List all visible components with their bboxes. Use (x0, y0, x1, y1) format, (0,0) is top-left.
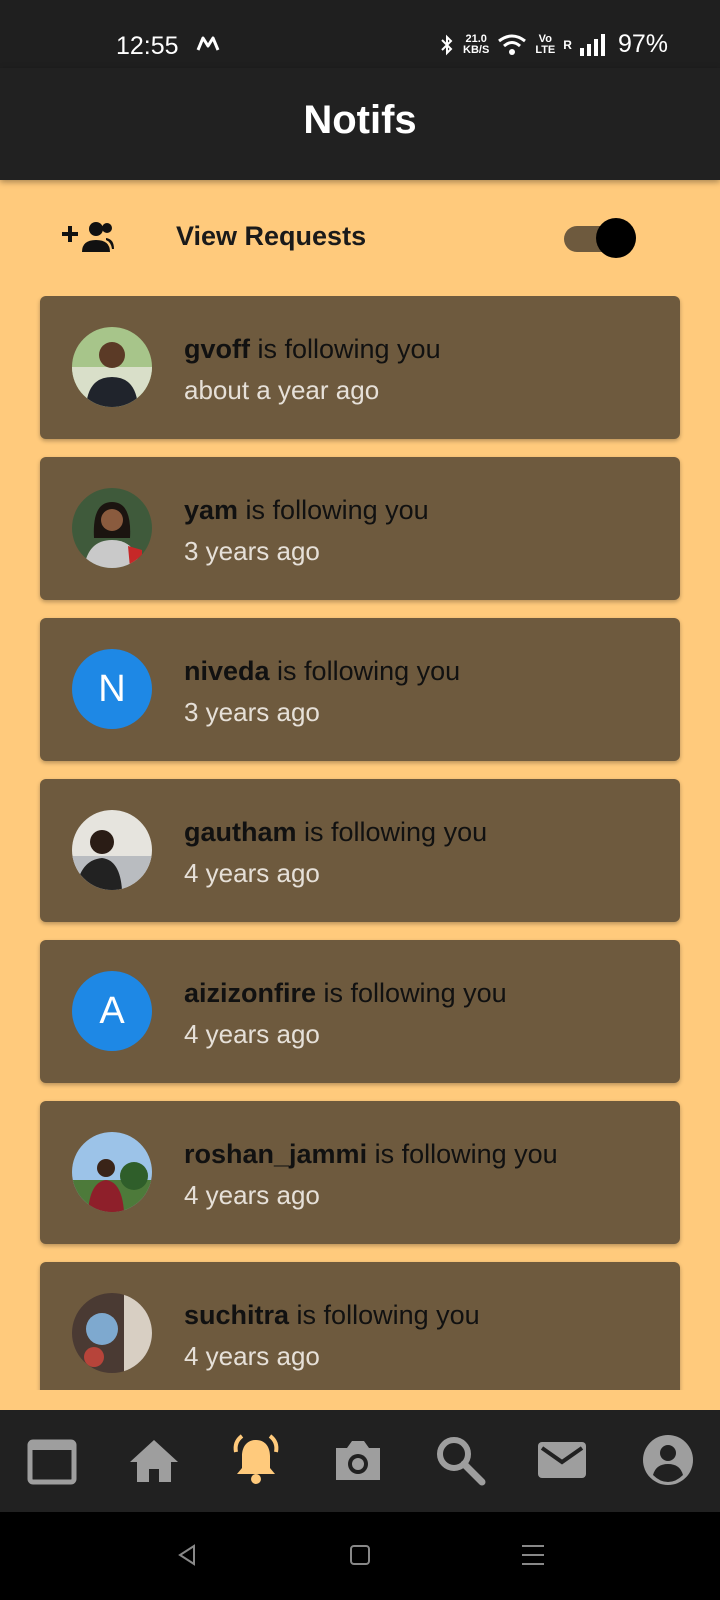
system-navigation-bar (0, 1512, 720, 1600)
home-button-icon[interactable] (345, 1540, 375, 1570)
notification-card[interactable]: A aizizonfire is following you 4 years a… (40, 940, 680, 1083)
bottom-navigation (0, 1410, 720, 1512)
notification-text: gvoff is following you (184, 334, 441, 365)
notification-time: 4 years ago (184, 1341, 320, 1371)
avatar-photo (72, 488, 152, 568)
mail-icon (538, 1442, 586, 1478)
network-speed-value: 21.0 (465, 32, 487, 45)
avatar[interactable] (72, 488, 152, 568)
status-time: 12:55 (116, 32, 179, 60)
notification-card[interactable]: gautham is following you 4 years ago (40, 779, 680, 922)
network-speed: 21.0 KB/S (463, 32, 490, 56)
notification-text: aizizonfire is following you (184, 978, 507, 1009)
app-bar: Notifs (0, 68, 720, 180)
notification-message: is following you (367, 1139, 558, 1169)
avatar[interactable]: N (72, 649, 152, 729)
menu-icon[interactable] (518, 1540, 548, 1570)
notification-time: 4 years ago (184, 1180, 320, 1210)
camera-icon (336, 1441, 380, 1480)
network-speed-unit: KB/S (463, 43, 490, 56)
notification-card[interactable]: gvoff is following you about a year ago (40, 296, 680, 439)
calendar-icon (27, 1439, 77, 1485)
nav-notifications[interactable] (228, 1432, 284, 1488)
notification-message: is following you (238, 495, 429, 525)
notification-time: 4 years ago (184, 858, 320, 888)
avatar[interactable]: A (72, 971, 152, 1051)
signal-icon (579, 33, 605, 56)
avatar[interactable] (72, 1132, 152, 1212)
notification-text: gautham is following you (184, 817, 487, 848)
notification-time: about a year ago (184, 375, 380, 405)
view-requests-label[interactable]: View Requests (176, 221, 366, 252)
notification-time: 3 years ago (184, 697, 320, 727)
nav-search[interactable] (432, 1432, 488, 1488)
notification-text: roshan_jammi is following you (184, 1139, 558, 1170)
nav-camera[interactable] (330, 1432, 386, 1488)
home-icon (130, 1440, 178, 1482)
notification-username[interactable]: gautham (184, 817, 297, 847)
avatar[interactable] (72, 810, 152, 890)
nav-messages[interactable] (534, 1432, 590, 1488)
account-icon (643, 1435, 693, 1485)
notification-message: is following you (296, 817, 488, 847)
status-icons: 21.0 KB/S Vo LTE R 97% (439, 30, 668, 59)
toggle-thumb (596, 218, 636, 258)
notification-card[interactable]: N niveda is following you 3 years ago (40, 618, 680, 761)
notification-list[interactable]: gvoff is following you about a year ago … (0, 296, 720, 1390)
notification-message: is following you (249, 334, 441, 364)
notification-time: 4 years ago (184, 1019, 320, 1049)
notification-card[interactable]: roshan_jammi is following you 4 years ag… (40, 1101, 680, 1244)
wifi-icon (498, 34, 527, 55)
avatar[interactable] (72, 327, 152, 407)
notification-text: suchitra is following you (184, 1300, 480, 1331)
avatar-photo (72, 1132, 152, 1212)
requests-toggle[interactable] (564, 218, 638, 258)
notification-username[interactable]: gvoff (184, 334, 250, 364)
notification-card[interactable]: yam is following you 3 years ago (40, 457, 680, 600)
page-title: Notifs (303, 98, 417, 142)
notification-message: is following you (289, 1300, 480, 1330)
avatar-photo (72, 810, 152, 890)
group-add-icon[interactable] (62, 220, 114, 256)
notification-username[interactable]: suchitra (184, 1300, 289, 1330)
notification-username[interactable]: aizizonfire (184, 978, 316, 1008)
status-bar: 12:55 21.0 KB/S Vo LTE R 97% (0, 0, 720, 68)
notification-time: 3 years ago (184, 536, 320, 566)
notification-message: is following you (269, 656, 461, 686)
search-icon (437, 1437, 486, 1486)
volte-bottom: LTE (535, 43, 556, 56)
bell-icon (233, 1434, 279, 1484)
back-icon[interactable] (172, 1540, 202, 1570)
notification-username[interactable]: niveda (184, 656, 270, 686)
notification-username[interactable]: yam (184, 495, 238, 525)
battery-percentage: 97% (617, 30, 668, 58)
avatar-photo (72, 1293, 152, 1373)
notification-text: niveda is following you (184, 656, 460, 687)
nav-profile[interactable] (640, 1432, 696, 1488)
avatar-photo (72, 327, 152, 407)
notification-username[interactable]: roshan_jammi (184, 1139, 367, 1169)
bluetooth-icon (441, 34, 453, 55)
nav-home[interactable] (126, 1432, 182, 1488)
avatar[interactable] (72, 1293, 152, 1373)
app-notification-icon (196, 36, 220, 51)
notification-card[interactable]: suchitra is following you 4 years ago (40, 1262, 680, 1390)
volte-top: Vo (538, 32, 552, 45)
volte-indicator: Vo LTE (535, 32, 556, 56)
notification-text: yam is following you (184, 495, 429, 526)
roaming-indicator: R (563, 37, 572, 52)
nav-calendar[interactable] (24, 1432, 80, 1488)
notification-message: is following you (316, 978, 507, 1008)
